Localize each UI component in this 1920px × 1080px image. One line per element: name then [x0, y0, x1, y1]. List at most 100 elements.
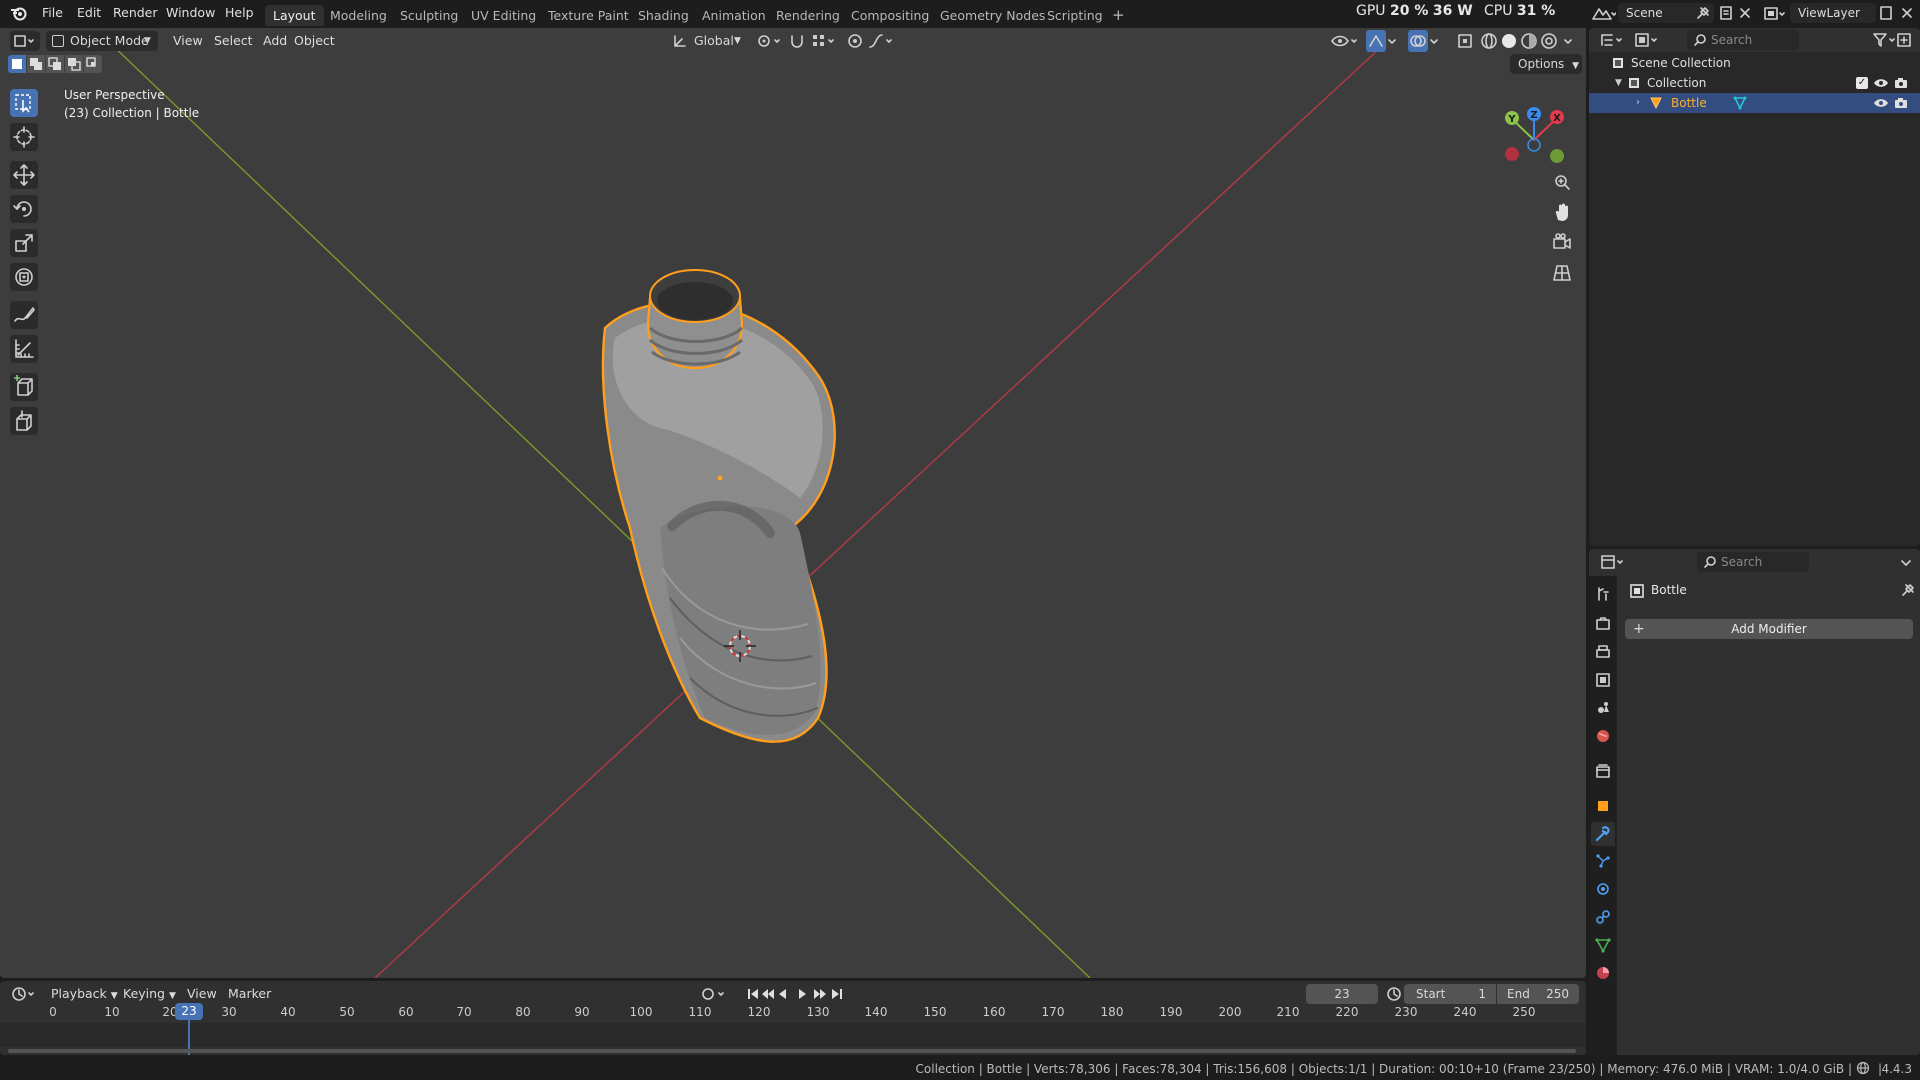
collection-tab-icon[interactable] — [1595, 763, 1611, 779]
select-new-icon[interactable] — [8, 55, 26, 73]
add-modifier-button[interactable]: + Add Modifier — [1625, 619, 1913, 639]
chevron-down-icon[interactable] — [1386, 32, 1398, 50]
menu-edit[interactable]: Edit — [69, 0, 109, 26]
chevron-right-icon[interactable]: › — [1636, 93, 1640, 113]
delete-view-layer-icon[interactable] — [1900, 6, 1914, 20]
view-layer-icon[interactable] — [1762, 4, 1788, 24]
pin-icon[interactable] — [1696, 6, 1710, 20]
menu-window[interactable]: Window — [158, 0, 223, 26]
tree-scene-collection[interactable]: Scene Collection — [1611, 53, 1911, 73]
output-tab-icon[interactable] — [1595, 644, 1611, 660]
rotate-tool[interactable] — [10, 195, 38, 223]
extrude-tool[interactable] — [10, 407, 38, 435]
view-layer-tab-icon[interactable] — [1595, 672, 1611, 688]
annotate-tool[interactable] — [10, 301, 38, 329]
camera-icon[interactable] — [1893, 96, 1909, 110]
chevron-down-icon[interactable] — [1428, 32, 1440, 50]
xray-icon[interactable] — [1456, 32, 1474, 50]
mode-selector[interactable]: Object Mode ▼ — [46, 31, 158, 51]
pan-hand-icon[interactable] — [1549, 200, 1575, 226]
move-tool[interactable] — [10, 161, 38, 189]
tab-geometry-nodes[interactable]: Geometry Nodes — [932, 5, 1053, 26]
chevron-down-icon[interactable]: ▼ — [1615, 73, 1622, 93]
tab-scripting[interactable]: Scripting — [1039, 5, 1111, 26]
tool-tab-icon[interactable] — [1595, 586, 1611, 602]
world-tab-icon[interactable] — [1595, 728, 1611, 744]
tab-rendering[interactable]: Rendering — [768, 5, 848, 26]
3d-viewport[interactable]: Object Mode ▼ View Select Add Object Glo… — [0, 28, 1586, 978]
menu-object[interactable]: Object — [287, 30, 342, 52]
outliner-editor-type-icon[interactable] — [1599, 31, 1629, 49]
scene-icon[interactable] — [1590, 4, 1616, 24]
tab-shading[interactable]: Shading — [630, 5, 697, 26]
select-subtract-icon[interactable] — [46, 55, 64, 73]
new-scene-icon[interactable] — [1718, 5, 1734, 21]
camera-view-icon[interactable] — [1549, 230, 1575, 256]
material-tab-icon[interactable] — [1595, 965, 1611, 981]
solid-shading-icon[interactable] — [1500, 32, 1518, 50]
render-tab-icon[interactable] — [1595, 616, 1611, 632]
overlays-toggle-icon[interactable] — [1408, 30, 1428, 52]
eye-icon[interactable] — [1873, 96, 1889, 110]
display-mode-icon[interactable] — [1633, 31, 1663, 49]
wireframe-shading-icon[interactable] — [1480, 32, 1498, 50]
tab-layout[interactable]: Layout — [265, 5, 324, 26]
tab-texture-paint[interactable]: Texture Paint — [540, 5, 637, 26]
add-cube-tool[interactable] — [10, 373, 38, 401]
tab-animation[interactable]: Animation — [694, 5, 774, 26]
camera-icon[interactable] — [1893, 76, 1909, 90]
pin-icon[interactable] — [1901, 583, 1915, 597]
tab-compositing[interactable]: Compositing — [843, 5, 937, 26]
add-workspace-button[interactable]: + — [1104, 5, 1133, 26]
menu-render[interactable]: Render — [105, 0, 166, 26]
tree-bottle[interactable]: › Bottle — [1589, 93, 1920, 113]
scene-tab-icon[interactable] — [1595, 700, 1611, 716]
editor-type-button[interactable] — [10, 31, 40, 51]
data-tab-icon[interactable] — [1595, 937, 1611, 953]
tab-modeling[interactable]: Modeling — [322, 5, 395, 26]
eye-icon[interactable] — [1873, 76, 1889, 90]
select-invert-icon[interactable] — [65, 55, 83, 73]
physics-tab-icon[interactable] — [1595, 881, 1611, 897]
snap-target-icon[interactable] — [810, 32, 838, 50]
tab-sculpting[interactable]: Sculpting — [392, 5, 466, 26]
menu-help[interactable]: Help — [217, 0, 262, 26]
transform-tool[interactable] — [10, 263, 38, 291]
tab-uv-editing[interactable]: UV Editing — [463, 5, 544, 26]
proportional-edit-icon[interactable] — [846, 32, 864, 50]
menu-view[interactable]: View — [166, 30, 210, 52]
snap-icon[interactable] — [788, 32, 806, 50]
tree-collection[interactable]: ▼ Collection ✓ — [1611, 73, 1916, 93]
new-view-layer-icon[interactable] — [1878, 5, 1894, 21]
select-box-tool[interactable] — [10, 89, 38, 117]
viewport-scene[interactable] — [0, 28, 1586, 978]
menu-file[interactable]: File — [34, 0, 71, 26]
visibility-icon[interactable] — [1330, 32, 1360, 50]
particles-tab-icon[interactable] — [1595, 853, 1611, 869]
material-shading-icon[interactable] — [1520, 32, 1538, 50]
frame-ruler[interactable]: 0 10 20 30 40 50 60 70 80 90 100 110 120… — [0, 981, 1586, 1055]
chevron-down-icon[interactable] — [1899, 553, 1913, 571]
playhead[interactable]: 23 — [175, 1003, 203, 1020]
timeline-scrollbar[interactable] — [8, 1049, 1576, 1053]
exclude-checkbox[interactable]: ✓ — [1856, 77, 1868, 89]
select-extend-icon[interactable] — [27, 55, 45, 73]
properties-editor-type-icon[interactable] — [1599, 553, 1629, 571]
transform-orientation[interactable]: Global ▼ — [672, 31, 746, 51]
zoom-icon[interactable] — [1549, 170, 1575, 196]
falloff-icon[interactable] — [868, 32, 896, 50]
menu-select[interactable]: Select — [207, 30, 260, 52]
measure-tool[interactable] — [10, 335, 38, 363]
pivot-point-icon[interactable] — [756, 32, 784, 50]
delete-scene-icon[interactable] — [1738, 6, 1752, 20]
gizmo-toggle-icon[interactable] — [1366, 30, 1386, 52]
rendered-shading-icon[interactable] — [1540, 32, 1558, 50]
blender-logo-icon[interactable] — [10, 5, 28, 21]
constraints-tab-icon[interactable] — [1595, 909, 1611, 925]
view-layer-selector[interactable]: ViewLayer — [1790, 3, 1876, 23]
perspective-grid-icon[interactable] — [1549, 260, 1575, 286]
scale-tool[interactable] — [10, 229, 38, 257]
options-button[interactable]: Options ▼ — [1510, 54, 1582, 74]
object-tab-icon[interactable] — [1595, 798, 1611, 814]
cursor-tool[interactable] — [10, 123, 38, 151]
